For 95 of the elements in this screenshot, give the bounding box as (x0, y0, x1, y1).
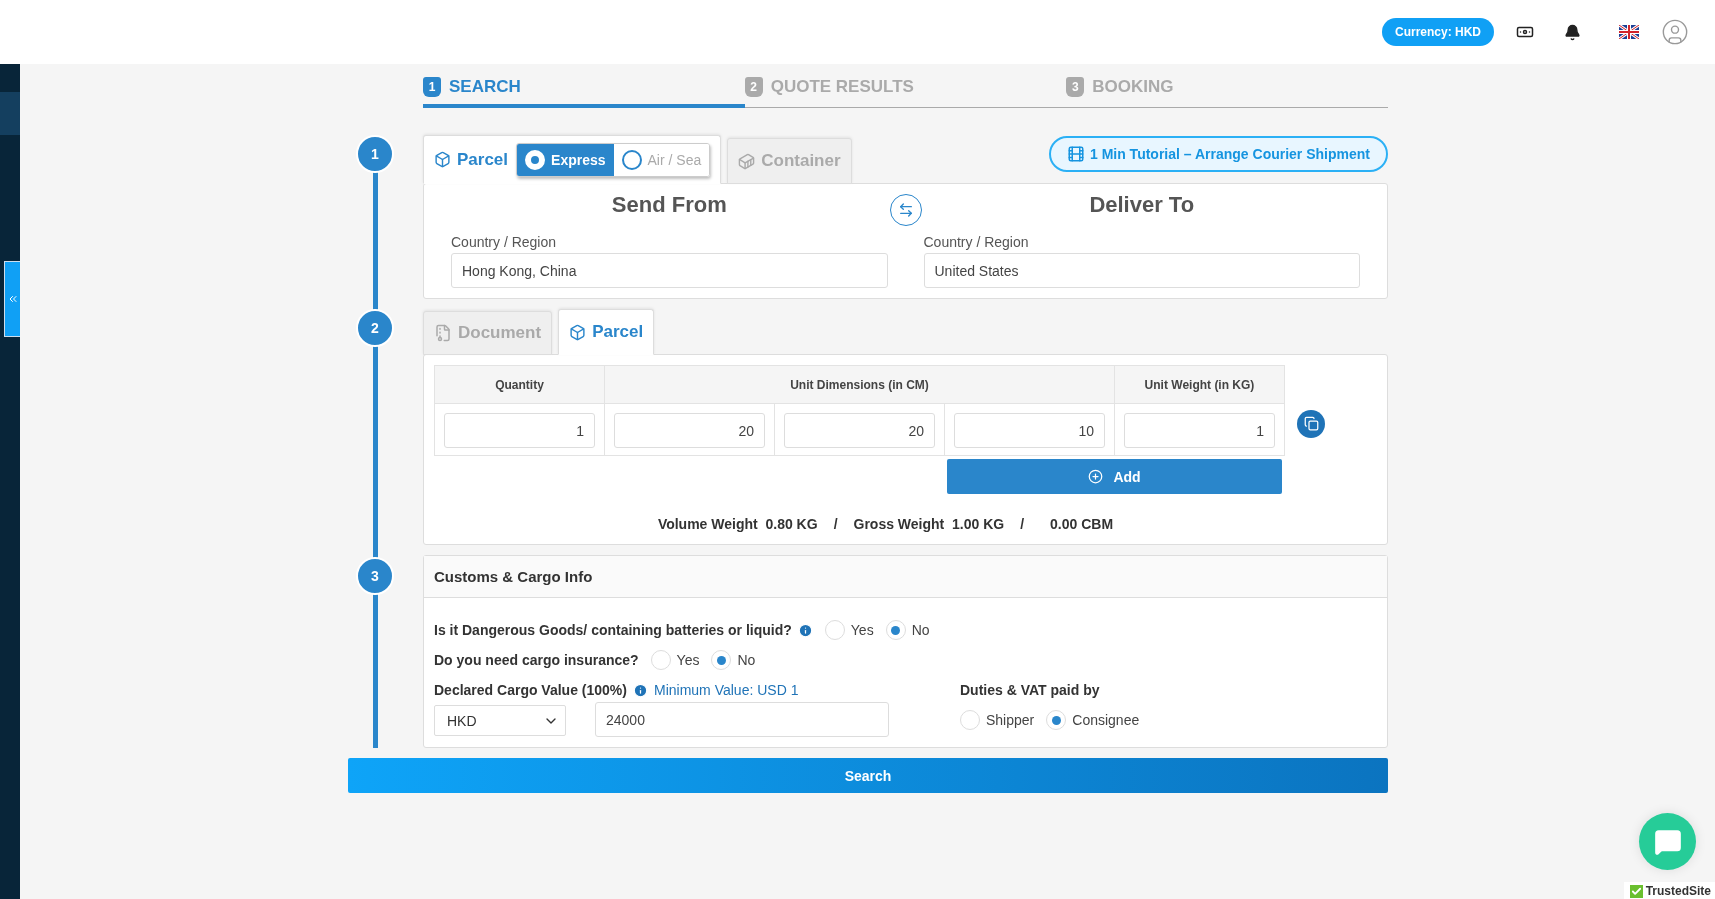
radio-option[interactable]: No (711, 650, 756, 670)
step-number-badge: 2 (744, 77, 763, 97)
trusted-badge[interactable]: TrustedSite (1623, 882, 1715, 899)
radio-label: No (737, 652, 756, 668)
mode-label[interactable]: Parcel (434, 149, 509, 170)
number-input[interactable]: 1 (1124, 413, 1275, 448)
country-input[interactable]: Hong Kong, China (451, 253, 888, 288)
swap-icon (897, 202, 914, 218)
user-avatar-icon[interactable] (1661, 18, 1689, 46)
swap-button[interactable] (889, 194, 922, 226)
container-icon (738, 152, 756, 170)
step-label: BOOKING (1092, 77, 1174, 97)
field-label: Declared Cargo Value (100%) (434, 682, 627, 698)
film-icon (1066, 145, 1085, 163)
box-icon (569, 323, 587, 341)
mode-label[interactable]: Container (738, 151, 841, 171)
mode-tab[interactable]: Container (727, 138, 852, 184)
panel-title: Customs & Cargo Info (424, 556, 1387, 598)
info-icon[interactable] (797, 622, 813, 638)
radio-option[interactable]: Yes (650, 650, 700, 670)
radio-option[interactable]: Shipper (960, 710, 1035, 730)
radio-button[interactable] (711, 650, 732, 670)
column-header: Unit Weight (in KG) (1115, 366, 1285, 404)
radio-label: Consignee (1072, 712, 1140, 728)
number-input[interactable]: 20 (784, 413, 935, 448)
badge-label: TrustedSite (1645, 884, 1711, 898)
search-button[interactable]: Search (348, 758, 1388, 793)
cargo-value-input[interactable]: 24000 (595, 702, 889, 737)
package-label[interactable]: Parcel (569, 322, 644, 342)
radio-button[interactable] (650, 650, 671, 670)
weight-summary: Gross Weight 1.00 KG (853, 516, 1005, 532)
step-tab[interactable]: 3 BOOKING (1066, 70, 1388, 108)
number-input[interactable]: 10 (954, 413, 1105, 448)
number-input[interactable]: 1 (444, 413, 595, 448)
document-icon (434, 324, 452, 342)
radio-button[interactable] (885, 620, 906, 640)
step-tab[interactable]: 2 QUOTE RESULTS (744, 70, 1067, 108)
side-title: Send From (610, 192, 728, 219)
step-number-badge: 3 (1066, 77, 1085, 97)
weight-summary: Volume Weight 0.80 KG (657, 516, 818, 532)
country-input[interactable]: United States (923, 253, 1360, 288)
radio-button[interactable] (1046, 710, 1067, 730)
tutorial-button[interactable]: 1 Min Tutorial – Arrange Courier Shipment (1048, 136, 1388, 172)
radio-option[interactable]: Yes (824, 620, 874, 640)
service-option[interactable]: Express (517, 143, 614, 176)
package-label[interactable]: Document (434, 323, 542, 343)
chat-button[interactable] (1639, 813, 1696, 870)
volume-summary: 0.00 CBM (1050, 516, 1114, 532)
minimum-value-hint: Minimum Value: USD 1 (654, 682, 799, 698)
check-icon (1629, 884, 1643, 898)
field-label: Country / Region (923, 234, 1030, 250)
package-tab[interactable]: Document (423, 311, 553, 355)
bell-icon[interactable] (1564, 23, 1581, 41)
column-header: Quantity (435, 366, 605, 404)
currency-select[interactable]: HKD (434, 705, 566, 736)
radio-label: No (911, 622, 930, 638)
currency-button[interactable]: Currency: HKD (1382, 18, 1494, 46)
package-tab[interactable]: Parcel (558, 309, 655, 355)
info-icon[interactable] (633, 682, 648, 698)
radio-option[interactable]: Consignee (1046, 710, 1140, 730)
plus-icon (1088, 469, 1104, 484)
radio-option[interactable]: No (885, 620, 930, 640)
separator-slash: / (1020, 516, 1025, 532)
collapse-button[interactable] (4, 261, 20, 337)
mode-tab[interactable]: Parcel Express Air / Sea (423, 135, 722, 184)
radio-label: Shipper (986, 712, 1035, 728)
side-title: Deliver To (1088, 192, 1196, 219)
step-number-badge: 1 (423, 77, 441, 97)
radio-button[interactable] (960, 710, 980, 730)
field-label: Country / Region (451, 234, 558, 250)
radio-button[interactable] (824, 620, 845, 640)
step-circle: 2 (356, 309, 394, 347)
radio-label: Yes (676, 652, 700, 668)
service-toggle[interactable]: Express Air / Sea (516, 142, 711, 177)
question-text: Do you need cargo insurance? (434, 652, 639, 668)
number-input[interactable]: 20 (614, 413, 765, 448)
box-icon (434, 151, 451, 168)
service-option[interactable]: Air / Sea (613, 143, 710, 176)
field-label: Duties & VAT paid by (960, 682, 1101, 698)
separator-slash: / (833, 516, 838, 532)
radio-icon (621, 149, 642, 170)
step-circle: 3 (356, 557, 394, 595)
radio-label: Yes (850, 622, 874, 638)
add-button[interactable]: Add (947, 459, 1282, 494)
copy-icon (1303, 416, 1319, 431)
step-label: QUOTE RESULTS (770, 77, 914, 97)
column-header: Unit Dimensions (in CM) (605, 366, 1115, 404)
radio-icon (525, 149, 546, 170)
copy-button[interactable] (1297, 409, 1325, 438)
step-tab[interactable]: 1 SEARCH (423, 70, 745, 108)
step-label: SEARCH (449, 77, 521, 97)
step-circle: 1 (356, 135, 394, 173)
uk-flag-icon[interactable] (1619, 25, 1639, 39)
question-text: Is it Dangerous Goods/ containing batteries or liquid? (434, 622, 792, 638)
chat-icon (1653, 827, 1682, 856)
